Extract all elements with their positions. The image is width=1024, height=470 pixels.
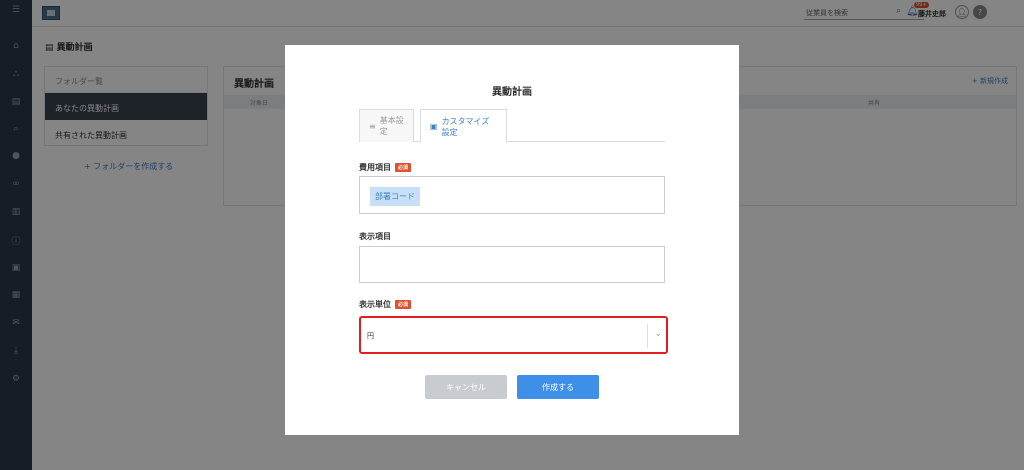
sliders-icon: ≡ bbox=[369, 121, 376, 131]
display-item-field[interactable] bbox=[359, 246, 665, 283]
create-plan-modal: 異動計画 ≡ 基本設定 ▣ カスタマイズ設定 費用項目 必須 部署コード 表示項目… bbox=[285, 45, 739, 435]
tab-custom-label: カスタマイズ設定 bbox=[441, 116, 490, 137]
select-separator bbox=[647, 324, 648, 348]
cost-item-chip[interactable]: 部署コード bbox=[370, 187, 420, 206]
chevron-down-icon[interactable]: ⌄ bbox=[654, 329, 662, 339]
display-item-label: 表示項目 bbox=[359, 232, 391, 241]
briefcase-icon: ▣ bbox=[430, 122, 438, 131]
tab-basic-settings[interactable]: ≡ 基本設定 bbox=[359, 109, 414, 142]
display-unit-value: 円 bbox=[367, 332, 374, 340]
cost-item-label: 費用項目 必須 bbox=[359, 162, 412, 173]
display-unit-label: 表示単位 必須 bbox=[359, 299, 412, 310]
tab-basic-label: 基本設定 bbox=[379, 116, 404, 136]
create-button[interactable]: 作成する bbox=[517, 375, 599, 399]
modal-title: 異動計画 bbox=[492, 87, 532, 98]
cost-item-field[interactable]: 部署コード bbox=[359, 176, 665, 214]
cancel-button[interactable]: キャンセル bbox=[425, 375, 507, 399]
required-badge: 必須 bbox=[395, 163, 412, 172]
display-unit-select[interactable]: 円 ⌄ bbox=[359, 316, 668, 354]
tab-custom-settings[interactable]: ▣ カスタマイズ設定 bbox=[420, 109, 507, 143]
required-badge: 必須 bbox=[395, 300, 412, 309]
modal-tabs: ≡ 基本設定 ▣ カスタマイズ設定 bbox=[359, 109, 665, 143]
